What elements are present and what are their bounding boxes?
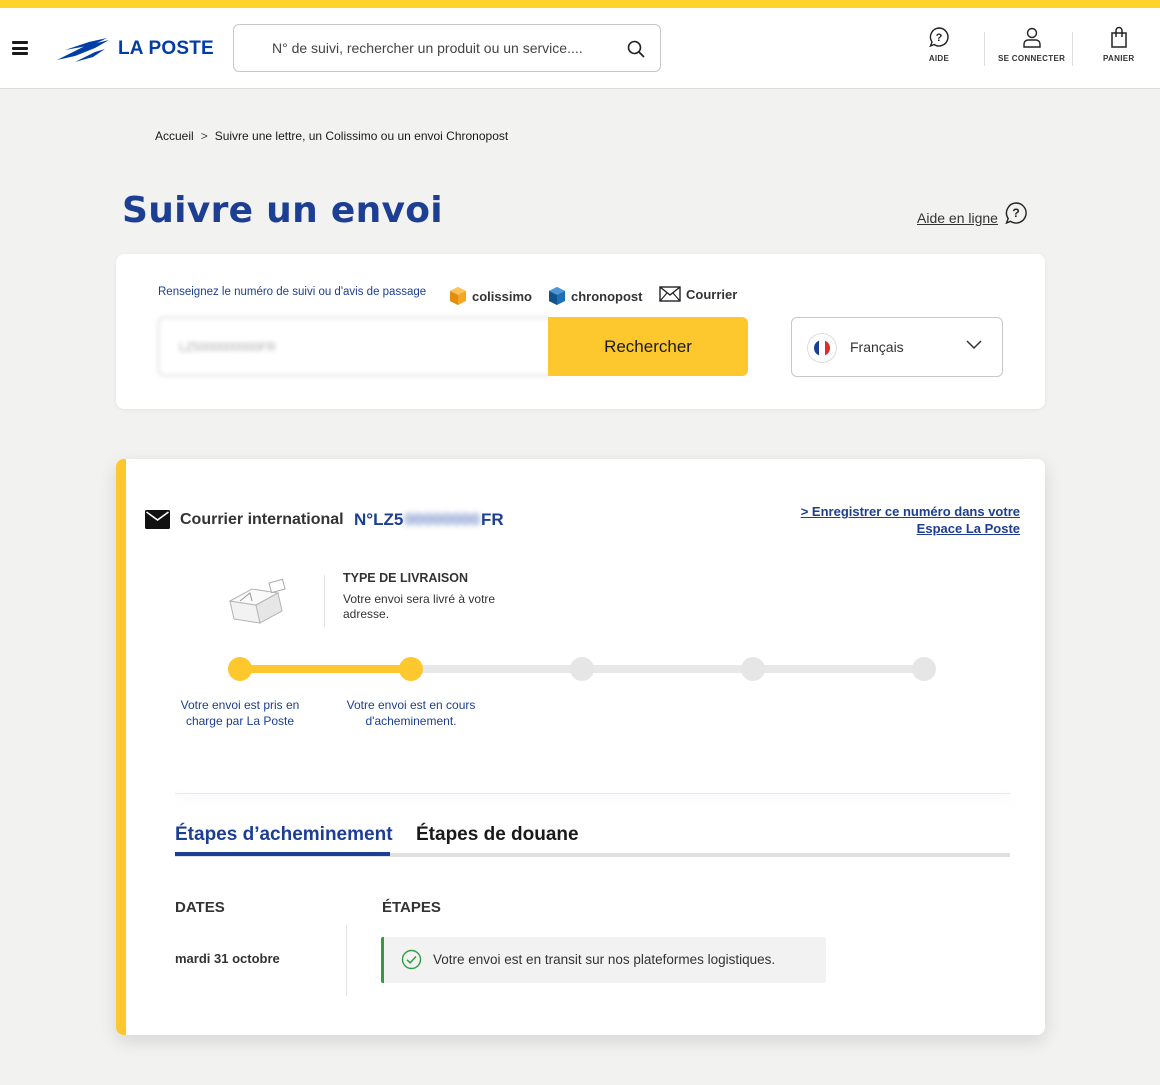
france-flag-icon [807, 333, 837, 363]
menu-icon[interactable] [12, 41, 28, 55]
progress-step-label: Votre envoi est en cours d'acheminement. [346, 698, 476, 728]
chevron-down-icon [966, 340, 982, 350]
top-accent-bar [0, 0, 1160, 8]
active-tab-indicator [175, 852, 390, 856]
page-title: Suivre un envoi [122, 190, 443, 231]
la-poste-bird-icon [57, 38, 109, 62]
progress-step [399, 657, 423, 681]
progress-step [570, 657, 594, 681]
login-button[interactable]: SE CONNECTER [998, 26, 1065, 63]
progress-step [741, 657, 765, 681]
steps-column-header: ÉTAPES [382, 899, 441, 916]
section-divider [175, 793, 1010, 794]
tracking-suffix: FR [480, 510, 504, 529]
tracking-hidden-digits: 00000000 [404, 510, 480, 529]
shopping-bag-icon [1110, 26, 1127, 48]
event-text: Votre envoi est en transit sur nos plate… [433, 952, 776, 967]
envelope-filled-icon [145, 510, 170, 529]
cart-button[interactable]: PANIER [1103, 26, 1134, 63]
letterbox-illustration [228, 578, 286, 624]
delivery-type-title: TYPE DE LIVRAISON [343, 571, 469, 585]
help-button[interactable]: ? AIDE [928, 26, 950, 63]
brand-courrier-label: Courrier [686, 286, 738, 302]
header-search-box [233, 24, 661, 72]
tracking-hint: Renseignez le numéro de suivi ou d'avis … [158, 286, 427, 298]
user-icon [1022, 27, 1041, 48]
tracking-number: N°LZ5 00000000 FR [354, 510, 504, 530]
delivery-type-description: Votre envoi sera livré à votre adresse. [343, 592, 496, 621]
tracking-result-card: Courrier international N°LZ5 00000000 FR… [116, 459, 1045, 1035]
breadcrumb-current: Suivre une lettre, un Colissimo ou un en… [214, 129, 509, 143]
language-label: Français [850, 339, 904, 355]
online-help-link[interactable]: Aide en ligne [917, 210, 998, 226]
tab-shipping-steps[interactable]: Étapes d’acheminement [175, 824, 393, 846]
tab-customs-steps[interactable]: Étapes de douane [416, 824, 579, 846]
svg-text:?: ? [936, 32, 943, 44]
breadcrumb: Accueil > Suivre une lettre, un Colissim… [155, 129, 508, 143]
help-label: AIDE [928, 54, 950, 63]
svg-text:?: ? [1012, 206, 1019, 220]
breadcrumb-home[interactable]: Accueil [155, 129, 194, 143]
progress-step-label: Votre envoi est pris en charge par La Po… [180, 698, 300, 728]
search-icon[interactable] [626, 39, 646, 59]
envelope-icon [659, 286, 681, 302]
brand-colissimo: colissimo [449, 286, 532, 306]
la-poste-logo[interactable]: LA POSTE [55, 33, 220, 65]
help-bubble-icon[interactable]: ? [1004, 201, 1028, 225]
shipment-type: Courrier international [180, 511, 344, 528]
save-number-link[interactable]: > Enregistrer ce numéro dans votre Espac… [786, 503, 1020, 537]
delivery-separator [324, 575, 325, 627]
brand-courrier: Courrier [659, 286, 737, 302]
header-separator [984, 32, 985, 66]
language-select[interactable]: Français [791, 317, 1003, 377]
login-label: SE CONNECTER [998, 54, 1066, 63]
brand-colissimo-label: colissimo [472, 288, 532, 304]
event-item: Votre envoi est en transit sur nos plate… [381, 937, 826, 983]
header-search-input[interactable] [272, 37, 612, 59]
colissimo-box-icon [450, 287, 466, 305]
tracking-search-card: Renseignez le numéro de suivi ou d'avis … [116, 254, 1045, 409]
progress-fill [239, 665, 410, 673]
chevron-right-icon: > [200, 129, 208, 143]
brand-chronopost: chronopost [548, 286, 643, 306]
check-circle-icon [401, 949, 422, 970]
header-separator [1072, 32, 1073, 66]
search-button[interactable]: Rechercher [548, 317, 748, 376]
progress-step [228, 657, 252, 681]
event-date: mardi 31 octobre [175, 951, 280, 966]
progress-step [912, 657, 936, 681]
tracking-prefix: N°LZ5 [354, 510, 404, 529]
column-separator [346, 925, 347, 996]
dates-column-header: DATES [175, 899, 225, 916]
cart-label: PANIER [1103, 54, 1135, 63]
logo-text: LA POSTE [118, 38, 214, 59]
help-bubble-icon: ? [929, 27, 949, 48]
site-header: LA POSTE ? AIDE SE CONNECTER PANIER [0, 8, 1160, 89]
brand-chronopost-label: chronopost [571, 288, 643, 304]
chronopost-box-icon [549, 287, 565, 305]
tracking-number-input[interactable] [158, 317, 550, 376]
